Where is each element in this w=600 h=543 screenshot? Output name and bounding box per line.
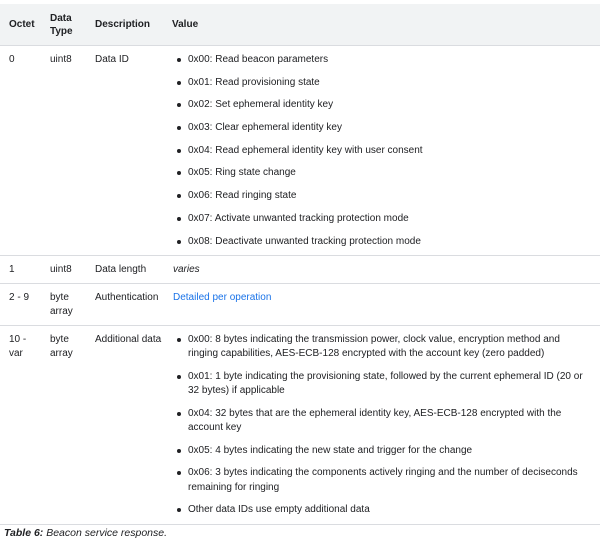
- bullet-icon: [177, 374, 181, 379]
- bullet-icon: [177, 411, 181, 416]
- list-item: 0x05: Ring state change: [173, 166, 592, 180]
- cell-description: Additional data: [86, 325, 163, 525]
- list-item: 0x07: Activate unwanted tracking protect…: [173, 212, 592, 226]
- list-item: Other data IDs use empty additional data: [173, 503, 592, 518]
- table-row: 2 - 9 byte array Authentication Detailed…: [0, 283, 600, 326]
- list-item-text: 0x07: Activate unwanted tracking protect…: [188, 212, 409, 224]
- header-description: Description: [86, 4, 163, 46]
- table-header: Octet Data Type Description Value: [0, 4, 600, 46]
- list-item: 0x00: Read beacon parameters: [173, 53, 592, 67]
- cell-value: 0x00: 8 bytes indicating the transmissio…: [163, 325, 600, 525]
- list-item: 0x04: 32 bytes that are the ephemeral id…: [173, 407, 592, 436]
- list-item: 0x01: Read provisioning state: [173, 76, 592, 90]
- list-item-text: 0x01: 1 byte indicating the provisioning…: [188, 370, 583, 397]
- list-item-text: 0x03: Clear ephemeral identity key: [188, 122, 342, 134]
- caption-label: Table 6:: [4, 527, 44, 539]
- cell-description: Authentication: [86, 283, 163, 326]
- data-id-list: 0x00: Read beacon parameters 0x01: Read …: [173, 53, 592, 249]
- cell-octet: 2 - 9: [0, 283, 41, 326]
- list-item-text: 0x05: 4 bytes indicating the new state a…: [188, 444, 473, 456]
- cell-description: Data ID: [86, 45, 163, 256]
- list-item: 0x06: 3 bytes indicating the components …: [173, 466, 592, 495]
- cell-value: varies: [163, 255, 600, 284]
- detailed-per-operation-link[interactable]: Detailed per operation: [173, 292, 271, 303]
- list-item-text: 0x06: 3 bytes indicating the components …: [188, 467, 578, 493]
- list-item-text: 0x06: Read ringing state: [188, 190, 297, 202]
- cell-value: Detailed per operation: [163, 283, 600, 326]
- cell-data-type: byte array: [41, 283, 86, 326]
- bullet-icon: [177, 471, 181, 475]
- cell-data-type: uint8: [41, 255, 86, 284]
- list-item-text: 0x05: Ring state change: [188, 167, 296, 179]
- cell-octet: 0: [0, 45, 41, 256]
- header-octet: Octet: [0, 4, 41, 46]
- beacon-response-table: Octet Data Type Description Value 0 uint…: [0, 4, 600, 525]
- cell-octet: 1: [0, 255, 41, 284]
- list-item-text: 0x00: Read beacon parameters: [188, 54, 329, 65]
- list-item: 0x00: 8 bytes indicating the transmissio…: [173, 333, 592, 362]
- list-item: 0x08: Deactivate unwanted tracking prote…: [173, 235, 592, 249]
- list-item: 0x04: Read ephemeral identity key with u…: [173, 144, 592, 158]
- list-item-text: 0x00: 8 bytes indicating the transmissio…: [188, 333, 560, 360]
- table-row: 0 uint8 Data ID 0x00: Read beacon parame…: [0, 45, 600, 256]
- bullet-icon: [177, 126, 181, 131]
- bullet-icon: [177, 216, 181, 221]
- list-item: 0x05: 4 bytes indicating the new state a…: [173, 444, 592, 459]
- list-item-text: 0x04: Read ephemeral identity key with u…: [188, 144, 423, 156]
- bullet-icon: [177, 337, 181, 342]
- list-item-text: 0x04: 32 bytes that are the ephemeral id…: [188, 407, 562, 434]
- bullet-icon: [177, 508, 181, 512]
- caption-text: Beacon service response.: [43, 527, 168, 539]
- table-row: 1 uint8 Data length varies: [0, 255, 600, 284]
- bullet-icon: [177, 80, 181, 85]
- bullet-icon: [177, 239, 181, 244]
- list-item: 0x01: 1 byte indicating the provisioning…: [173, 370, 592, 399]
- list-item: 0x03: Clear ephemeral identity key: [173, 121, 592, 135]
- table-row: 10 - var byte array Additional data 0x00…: [0, 325, 600, 525]
- additional-data-list: 0x00: 8 bytes indicating the transmissio…: [173, 333, 592, 518]
- header-value: Value: [163, 4, 600, 46]
- list-item-text: 0x01: Read provisioning state: [188, 76, 320, 88]
- bullet-icon: [177, 448, 181, 453]
- table-caption: Table 6: Beacon service response.: [4, 527, 167, 539]
- list-item: 0x06: Read ringing state: [173, 189, 592, 203]
- header-data-type: Data Type: [41, 4, 86, 46]
- list-item-text: 0x02: Set ephemeral identity key: [188, 99, 334, 111]
- bullet-icon: [177, 58, 181, 62]
- cell-data-type: uint8: [41, 45, 86, 256]
- bullet-icon: [177, 148, 181, 153]
- cell-octet: 10 - var: [0, 325, 41, 525]
- list-item-text: Other data IDs use empty additional data: [188, 504, 370, 515]
- cell-data-type: byte array: [41, 325, 86, 525]
- header-row: Octet Data Type Description Value: [0, 4, 600, 46]
- cell-description: Data length: [86, 255, 163, 284]
- bullet-icon: [177, 103, 181, 108]
- bullet-icon: [177, 171, 181, 176]
- list-item: 0x02: Set ephemeral identity key: [173, 98, 592, 112]
- cell-value: 0x00: Read beacon parameters 0x01: Read …: [163, 45, 600, 256]
- list-item-text: 0x08: Deactivate unwanted tracking prote…: [188, 235, 421, 247]
- bullet-icon: [177, 194, 181, 199]
